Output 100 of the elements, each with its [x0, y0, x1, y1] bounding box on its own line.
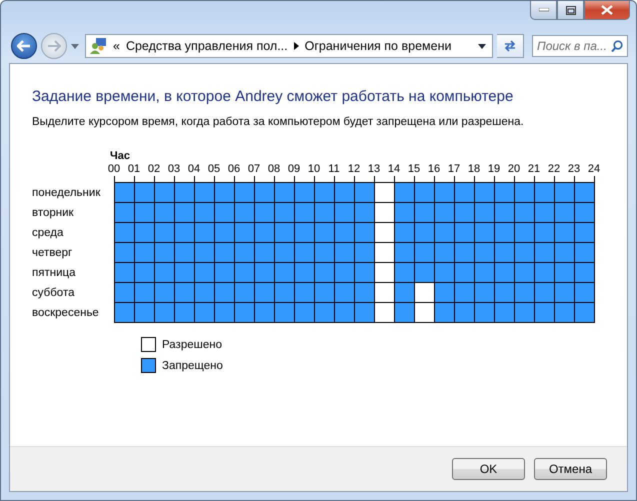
time-slot[interactable] [455, 223, 474, 242]
time-slot[interactable] [435, 303, 454, 322]
time-slot[interactable] [315, 283, 334, 302]
time-slot[interactable] [175, 223, 194, 242]
time-slot[interactable] [515, 243, 534, 262]
time-slot[interactable] [255, 243, 274, 262]
time-slot[interactable] [355, 223, 374, 242]
time-slot[interactable] [535, 203, 554, 222]
time-slot[interactable] [315, 223, 334, 242]
time-slot[interactable] [215, 263, 234, 282]
time-slot[interactable] [215, 203, 234, 222]
time-slot[interactable] [415, 183, 434, 202]
time-slot[interactable] [295, 303, 314, 322]
dropdown-icon[interactable] [478, 44, 486, 48]
time-slot[interactable] [255, 223, 274, 242]
time-slot[interactable] [435, 203, 454, 222]
time-slot[interactable] [175, 183, 194, 202]
time-slot[interactable] [175, 243, 194, 262]
time-slot[interactable] [135, 263, 154, 282]
time-slot[interactable] [455, 203, 474, 222]
time-slot[interactable] [195, 263, 214, 282]
time-slot[interactable] [535, 183, 554, 202]
time-slot[interactable] [515, 183, 534, 202]
time-slot[interactable] [195, 303, 214, 322]
time-slot[interactable] [375, 263, 394, 282]
time-slot[interactable] [415, 263, 434, 282]
time-slot[interactable] [475, 243, 494, 262]
time-slot[interactable] [295, 223, 314, 242]
time-slot[interactable] [215, 303, 234, 322]
time-slot[interactable] [115, 183, 134, 202]
time-slot[interactable] [275, 303, 294, 322]
time-slot[interactable] [555, 243, 574, 262]
time-slot[interactable] [475, 203, 494, 222]
time-slot[interactable] [475, 263, 494, 282]
time-slot[interactable] [435, 183, 454, 202]
breadcrumb-overflow[interactable]: « [107, 39, 120, 53]
ok-button[interactable]: OK [452, 458, 525, 480]
time-slot[interactable] [375, 203, 394, 222]
back-button[interactable] [11, 33, 37, 59]
time-slot[interactable] [495, 283, 514, 302]
time-slot[interactable] [555, 223, 574, 242]
time-slot[interactable] [355, 203, 374, 222]
time-slot[interactable] [235, 223, 254, 242]
time-slot[interactable] [335, 203, 354, 222]
time-slot[interactable] [495, 223, 514, 242]
time-slot[interactable] [255, 283, 274, 302]
time-slot[interactable] [375, 223, 394, 242]
time-slot[interactable] [255, 263, 274, 282]
time-slot[interactable] [455, 263, 474, 282]
time-slot[interactable] [235, 263, 254, 282]
time-slot[interactable] [375, 243, 394, 262]
schedule-grid[interactable] [114, 182, 595, 323]
time-slot[interactable] [335, 283, 354, 302]
time-slot[interactable] [575, 243, 594, 262]
time-slot[interactable] [235, 183, 254, 202]
time-slot[interactable] [255, 303, 274, 322]
time-slot[interactable] [115, 263, 134, 282]
time-slot[interactable] [355, 183, 374, 202]
time-slot[interactable] [515, 283, 534, 302]
time-slot[interactable] [555, 183, 574, 202]
time-slot[interactable] [335, 303, 354, 322]
time-slot[interactable] [495, 303, 514, 322]
time-slot[interactable] [235, 203, 254, 222]
time-slot[interactable] [495, 243, 514, 262]
time-slot[interactable] [195, 283, 214, 302]
time-slot[interactable] [275, 243, 294, 262]
time-slot[interactable] [455, 183, 474, 202]
time-slot[interactable] [515, 203, 534, 222]
time-slot[interactable] [195, 183, 214, 202]
time-slot[interactable] [475, 283, 494, 302]
time-slot[interactable] [295, 183, 314, 202]
time-slot[interactable] [395, 223, 414, 242]
time-slot[interactable] [195, 203, 214, 222]
time-slot[interactable] [575, 303, 594, 322]
time-slot[interactable] [375, 283, 394, 302]
time-slot[interactable] [155, 243, 174, 262]
time-slot[interactable] [395, 303, 414, 322]
time-slot[interactable] [295, 203, 314, 222]
time-slot[interactable] [235, 243, 254, 262]
time-slot[interactable] [155, 183, 174, 202]
time-slot[interactable] [455, 243, 474, 262]
maximize-button[interactable] [557, 1, 584, 20]
time-slot[interactable] [515, 303, 534, 322]
time-slot[interactable] [155, 283, 174, 302]
time-slot[interactable] [115, 283, 134, 302]
time-slot[interactable] [515, 263, 534, 282]
time-slot[interactable] [135, 243, 154, 262]
breadcrumb-item[interactable]: Средства управления пол... [120, 39, 294, 53]
time-slot[interactable] [415, 223, 434, 242]
time-slot[interactable] [135, 303, 154, 322]
time-slot[interactable] [475, 303, 494, 322]
time-slot[interactable] [495, 263, 514, 282]
time-slot[interactable] [315, 243, 334, 262]
time-slot[interactable] [295, 283, 314, 302]
time-slot[interactable] [115, 243, 134, 262]
time-slot[interactable] [415, 203, 434, 222]
time-slot[interactable] [435, 283, 454, 302]
time-slot[interactable] [135, 203, 154, 222]
time-slot[interactable] [335, 263, 354, 282]
time-slot[interactable] [355, 243, 374, 262]
